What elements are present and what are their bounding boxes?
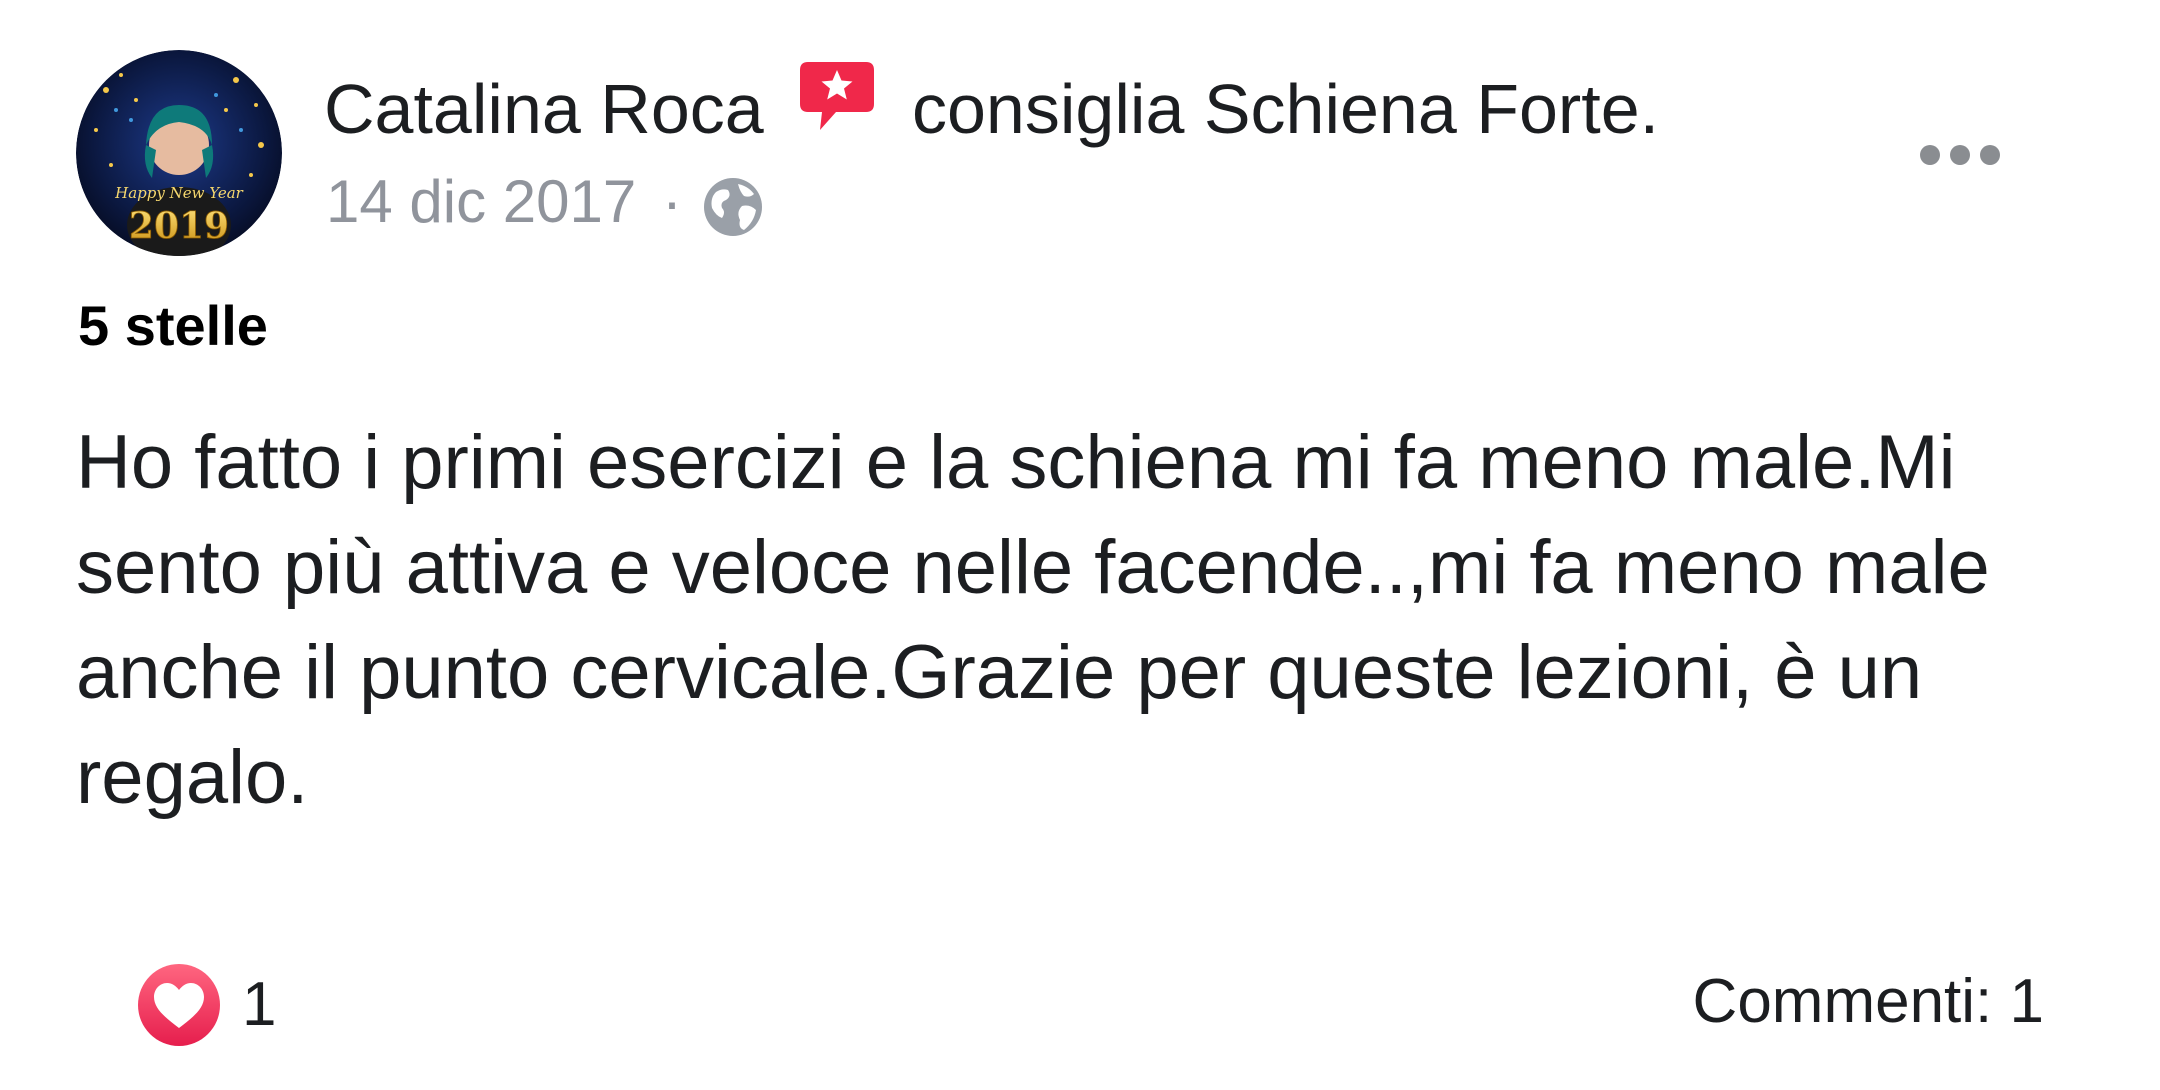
avatar-image: Happy New Year 2019 bbox=[76, 50, 282, 256]
avatar-year-text: 2019 bbox=[129, 205, 229, 247]
avatar-script-text: Happy New Year bbox=[114, 184, 243, 202]
reactions-summary[interactable]: 1 bbox=[136, 960, 276, 1050]
recommend-suffix: . bbox=[1639, 70, 1660, 148]
recommend-prefix: consiglia bbox=[912, 70, 1204, 148]
love-reaction-icon bbox=[138, 964, 220, 1046]
recommend-star-icon bbox=[800, 62, 874, 130]
post-body-text: Ho fatto i primi esercizi e la schiena m… bbox=[76, 420, 1990, 820]
reaction-count: 1 bbox=[242, 970, 277, 1039]
review-rating: 5 stelle bbox=[78, 294, 268, 357]
page-name-link[interactable]: Schiena Forte bbox=[1204, 70, 1640, 148]
recommend-line: consiglia Schiena Forte. bbox=[912, 64, 1659, 154]
comments-count-link[interactable]: Commenti: 1 bbox=[1693, 962, 2044, 1042]
author-avatar[interactable]: Happy New Year 2019 bbox=[76, 50, 282, 256]
globe-icon bbox=[704, 178, 762, 236]
author-name-link[interactable]: Catalina Roca bbox=[324, 64, 764, 154]
meta-separator: · bbox=[662, 168, 682, 235]
more-options-icon[interactable] bbox=[1910, 130, 2010, 180]
post-timestamp[interactable]: 14 dic 2017 bbox=[326, 162, 636, 242]
